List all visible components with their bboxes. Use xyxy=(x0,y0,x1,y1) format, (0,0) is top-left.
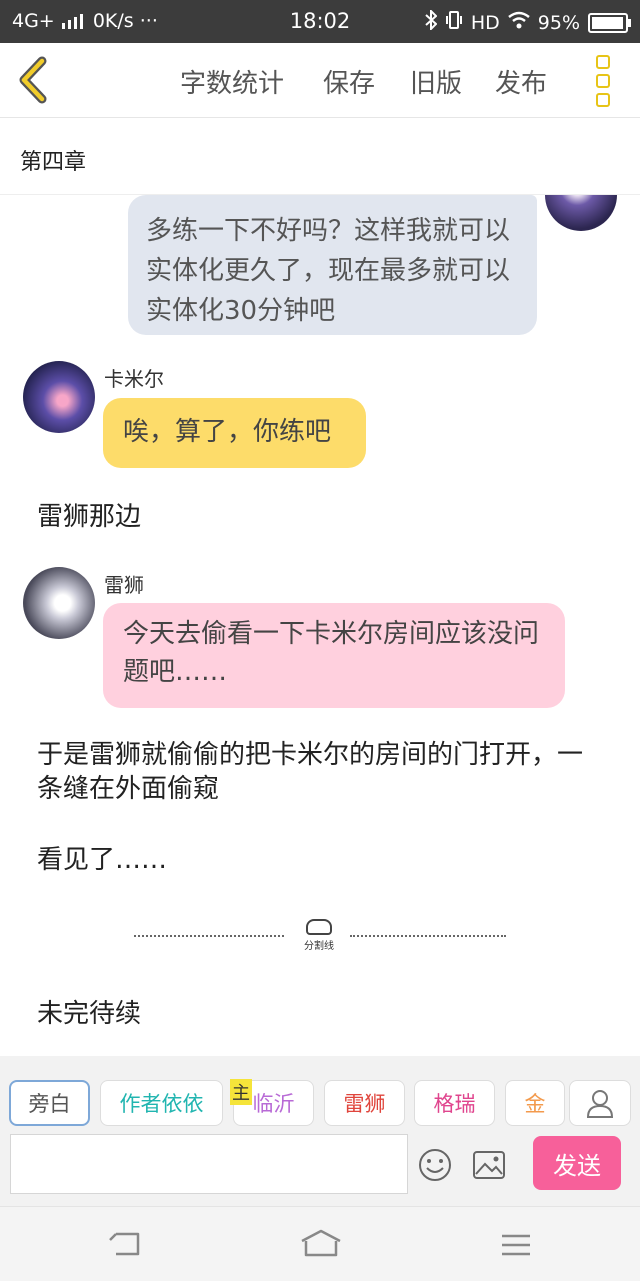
frog-icon xyxy=(306,919,332,935)
send-button[interactable]: 发送 xyxy=(533,1136,621,1190)
vibrate-icon xyxy=(445,10,463,35)
menu-nav-icon[interactable] xyxy=(500,1233,532,1261)
role-chip-linyi[interactable]: 主 临沂 xyxy=(230,1079,314,1126)
role-chip-gerui[interactable]: 格瑞 xyxy=(414,1080,495,1126)
role-chip-jin[interactable]: 金 xyxy=(505,1080,565,1126)
save-button[interactable]: 保存 xyxy=(323,63,375,100)
avatar[interactable] xyxy=(23,361,95,433)
narration-text[interactable]: 未完待续 xyxy=(37,997,141,1031)
back-nav-icon[interactable] xyxy=(108,1231,140,1261)
battery-fill xyxy=(592,16,623,29)
message-bubble[interactable]: 今天去偷看一下卡米尔房间应该没问题吧…… xyxy=(103,603,565,708)
emoji-icon[interactable] xyxy=(418,1148,452,1186)
role-chip-narration[interactable]: 旁白 xyxy=(9,1080,90,1126)
status-bar: 4G+ 0K/s ··· 18:02 HD 95% xyxy=(0,0,640,43)
message-bubble[interactable]: 多练一下不好吗？这样我就可以实体化更久了，现在最多就可以实体化30分钟吧 xyxy=(128,195,537,335)
role-chip-leishi[interactable]: 雷狮 xyxy=(324,1080,405,1126)
composer-toolbar: 旁白 作者依依 主 临沂 雷狮 格瑞 金 发送 xyxy=(0,1056,640,1206)
old-version-button[interactable]: 旧版 xyxy=(410,63,462,100)
content-area: 多练一下不好吗？这样我就可以实体化更久了，现在最多就可以实体化30分钟吧 卡米尔… xyxy=(0,195,640,1056)
message-bubble[interactable]: 唉，算了，你练吧 xyxy=(103,398,366,468)
message-text: 多练一下不好吗？这样我就可以实体化更久了，现在最多就可以实体化30分钟吧 xyxy=(146,216,511,326)
divider-label: 分割线 xyxy=(304,941,334,952)
sender-name: 雷狮 xyxy=(104,573,144,597)
avatar[interactable] xyxy=(23,567,95,639)
bluetooth-icon xyxy=(425,8,438,35)
publish-button[interactable]: 发布 xyxy=(495,63,547,100)
message-text: 唉，算了，你练吧 xyxy=(123,417,332,447)
back-button[interactable] xyxy=(14,55,54,105)
battery-icon xyxy=(588,12,631,33)
wifi-icon xyxy=(507,11,530,34)
avatar[interactable] xyxy=(545,195,617,231)
image-icon[interactable] xyxy=(472,1150,506,1184)
word-count-button[interactable]: 字数统计 xyxy=(180,63,284,100)
system-nav-bar xyxy=(0,1206,640,1281)
narration-text[interactable]: 于是雷狮就偷偷的把卡米尔的房间的门打开，一条缝在外面偷窥 xyxy=(37,738,607,806)
role-chip-author[interactable]: 作者依依 xyxy=(100,1080,223,1126)
top-bar: 字数统计 保存 旧版 发布 xyxy=(0,43,640,118)
role-chip-label: 临沂 xyxy=(252,1092,295,1116)
hd-label: HD xyxy=(470,11,500,34)
message-input[interactable] xyxy=(10,1134,408,1194)
divider[interactable]: 分割线 xyxy=(134,915,506,965)
user-icon xyxy=(586,1090,614,1118)
chevron-left-icon xyxy=(19,56,47,104)
chapter-title[interactable]: 第四章 xyxy=(20,144,86,176)
battery-percent: 95% xyxy=(537,11,580,34)
narration-text[interactable]: 看见了…… xyxy=(37,843,167,877)
narration-text[interactable]: 雷狮那边 xyxy=(37,500,141,534)
home-nav-icon[interactable] xyxy=(300,1229,342,1261)
add-role-button[interactable] xyxy=(569,1080,631,1126)
main-role-badge: 主 xyxy=(230,1079,252,1105)
chapter-header: 第四章 xyxy=(0,118,640,195)
status-right: HD 95% xyxy=(425,8,631,35)
more-menu-icon[interactable] xyxy=(596,55,614,107)
message-text: 今天去偷看一下卡米尔房间应该没问题吧…… xyxy=(123,619,540,687)
sender-name: 卡米尔 xyxy=(104,367,164,391)
